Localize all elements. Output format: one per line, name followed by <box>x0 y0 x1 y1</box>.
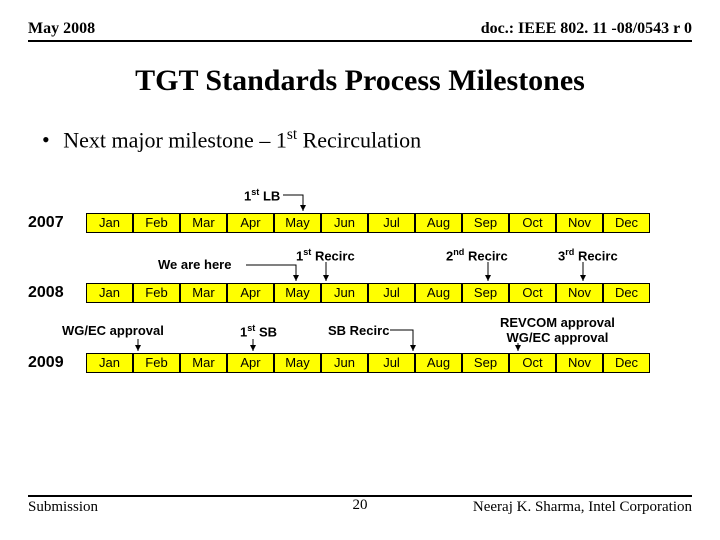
month-cell: Nov <box>556 353 603 373</box>
month-cell: Jan <box>86 353 133 373</box>
header: May 2008 doc.: IEEE 802. 11 -08/0543 r 0 <box>28 20 692 42</box>
month-cell: Mar <box>180 353 227 373</box>
month-cell: Oct <box>509 283 556 303</box>
footer: Submission Neeraj K. Sharma, Intel Corpo… <box>28 495 692 516</box>
page-title: TGT Standards Process Milestones <box>28 64 692 98</box>
year-label-2007: 2007 <box>28 214 86 232</box>
month-cell: Apr <box>227 213 274 233</box>
month-cell: Sep <box>462 353 509 373</box>
timeline-chart: 1st LB 2007 JanFebMarAprMayJunJulAugSepO… <box>28 187 692 427</box>
label-sb-recirc: SB Recirc <box>328 323 389 338</box>
label-we-are-here: We are here <box>158 257 231 272</box>
label-wgec-approval: WG/EC approval <box>62 323 164 338</box>
label-1st-sb: 1st SB <box>240 323 277 339</box>
footer-left: Submission <box>28 499 98 516</box>
month-cell: Feb <box>133 353 180 373</box>
month-cell: Aug <box>415 353 462 373</box>
header-date: May 2008 <box>28 20 95 38</box>
bullet-sup: st <box>287 126 297 143</box>
row-2008: 2008 JanFebMarAprMayJunJulAugSepOctNovDe… <box>28 283 650 303</box>
month-cell: May <box>274 283 321 303</box>
label-1st-lb: 1st LB <box>244 187 280 203</box>
header-doc: doc.: IEEE 802. 11 -08/0543 r 0 <box>481 20 692 38</box>
month-cell: Aug <box>415 213 462 233</box>
year-label-2009: 2009 <box>28 354 86 372</box>
bullet-line: • Next major milestone – 1st Recirculati… <box>42 126 692 153</box>
label-2nd-recirc: 2nd Recirc <box>446 247 508 263</box>
footer-right: Neeraj K. Sharma, Intel Corporation <box>473 499 692 516</box>
month-cell: Dec <box>603 353 650 373</box>
month-cell: Feb <box>133 283 180 303</box>
month-cell: Apr <box>227 283 274 303</box>
month-cell: Oct <box>509 213 556 233</box>
label-revcom: REVCOM approval WG/EC approval <box>500 315 615 345</box>
month-cell: May <box>274 213 321 233</box>
bullet-suffix: Recirculation <box>297 127 421 152</box>
year-label-2008: 2008 <box>28 284 86 302</box>
month-cell: Mar <box>180 213 227 233</box>
month-cell: Nov <box>556 213 603 233</box>
month-cell: Jan <box>86 213 133 233</box>
month-cell: Jun <box>321 213 368 233</box>
month-cell: Sep <box>462 213 509 233</box>
month-cell: Jan <box>86 283 133 303</box>
month-cell: Jun <box>321 283 368 303</box>
month-cell: Nov <box>556 283 603 303</box>
label-1st-recirc: 1st Recirc <box>296 247 355 263</box>
month-cell: Dec <box>603 283 650 303</box>
row-2007: 2007 JanFebMarAprMayJunJulAugSepOctNovDe… <box>28 213 650 233</box>
row-2009: 2009 JanFebMarAprMayJunJulAugSepOctNovDe… <box>28 353 650 373</box>
month-cell: Jun <box>321 353 368 373</box>
bullet-dot: • <box>42 127 50 152</box>
month-cell: May <box>274 353 321 373</box>
month-cell: Mar <box>180 283 227 303</box>
month-cell: Jul <box>368 283 415 303</box>
month-cell: Sep <box>462 283 509 303</box>
month-cell: Aug <box>415 283 462 303</box>
month-cell: Jul <box>368 353 415 373</box>
label-3rd-recirc: 3rd Recirc <box>558 247 618 263</box>
month-cell: Dec <box>603 213 650 233</box>
month-cell: Oct <box>509 353 556 373</box>
month-cell: Apr <box>227 353 274 373</box>
month-cell: Jul <box>368 213 415 233</box>
month-cell: Feb <box>133 213 180 233</box>
bullet-prefix: Next major milestone – 1 <box>63 127 287 152</box>
